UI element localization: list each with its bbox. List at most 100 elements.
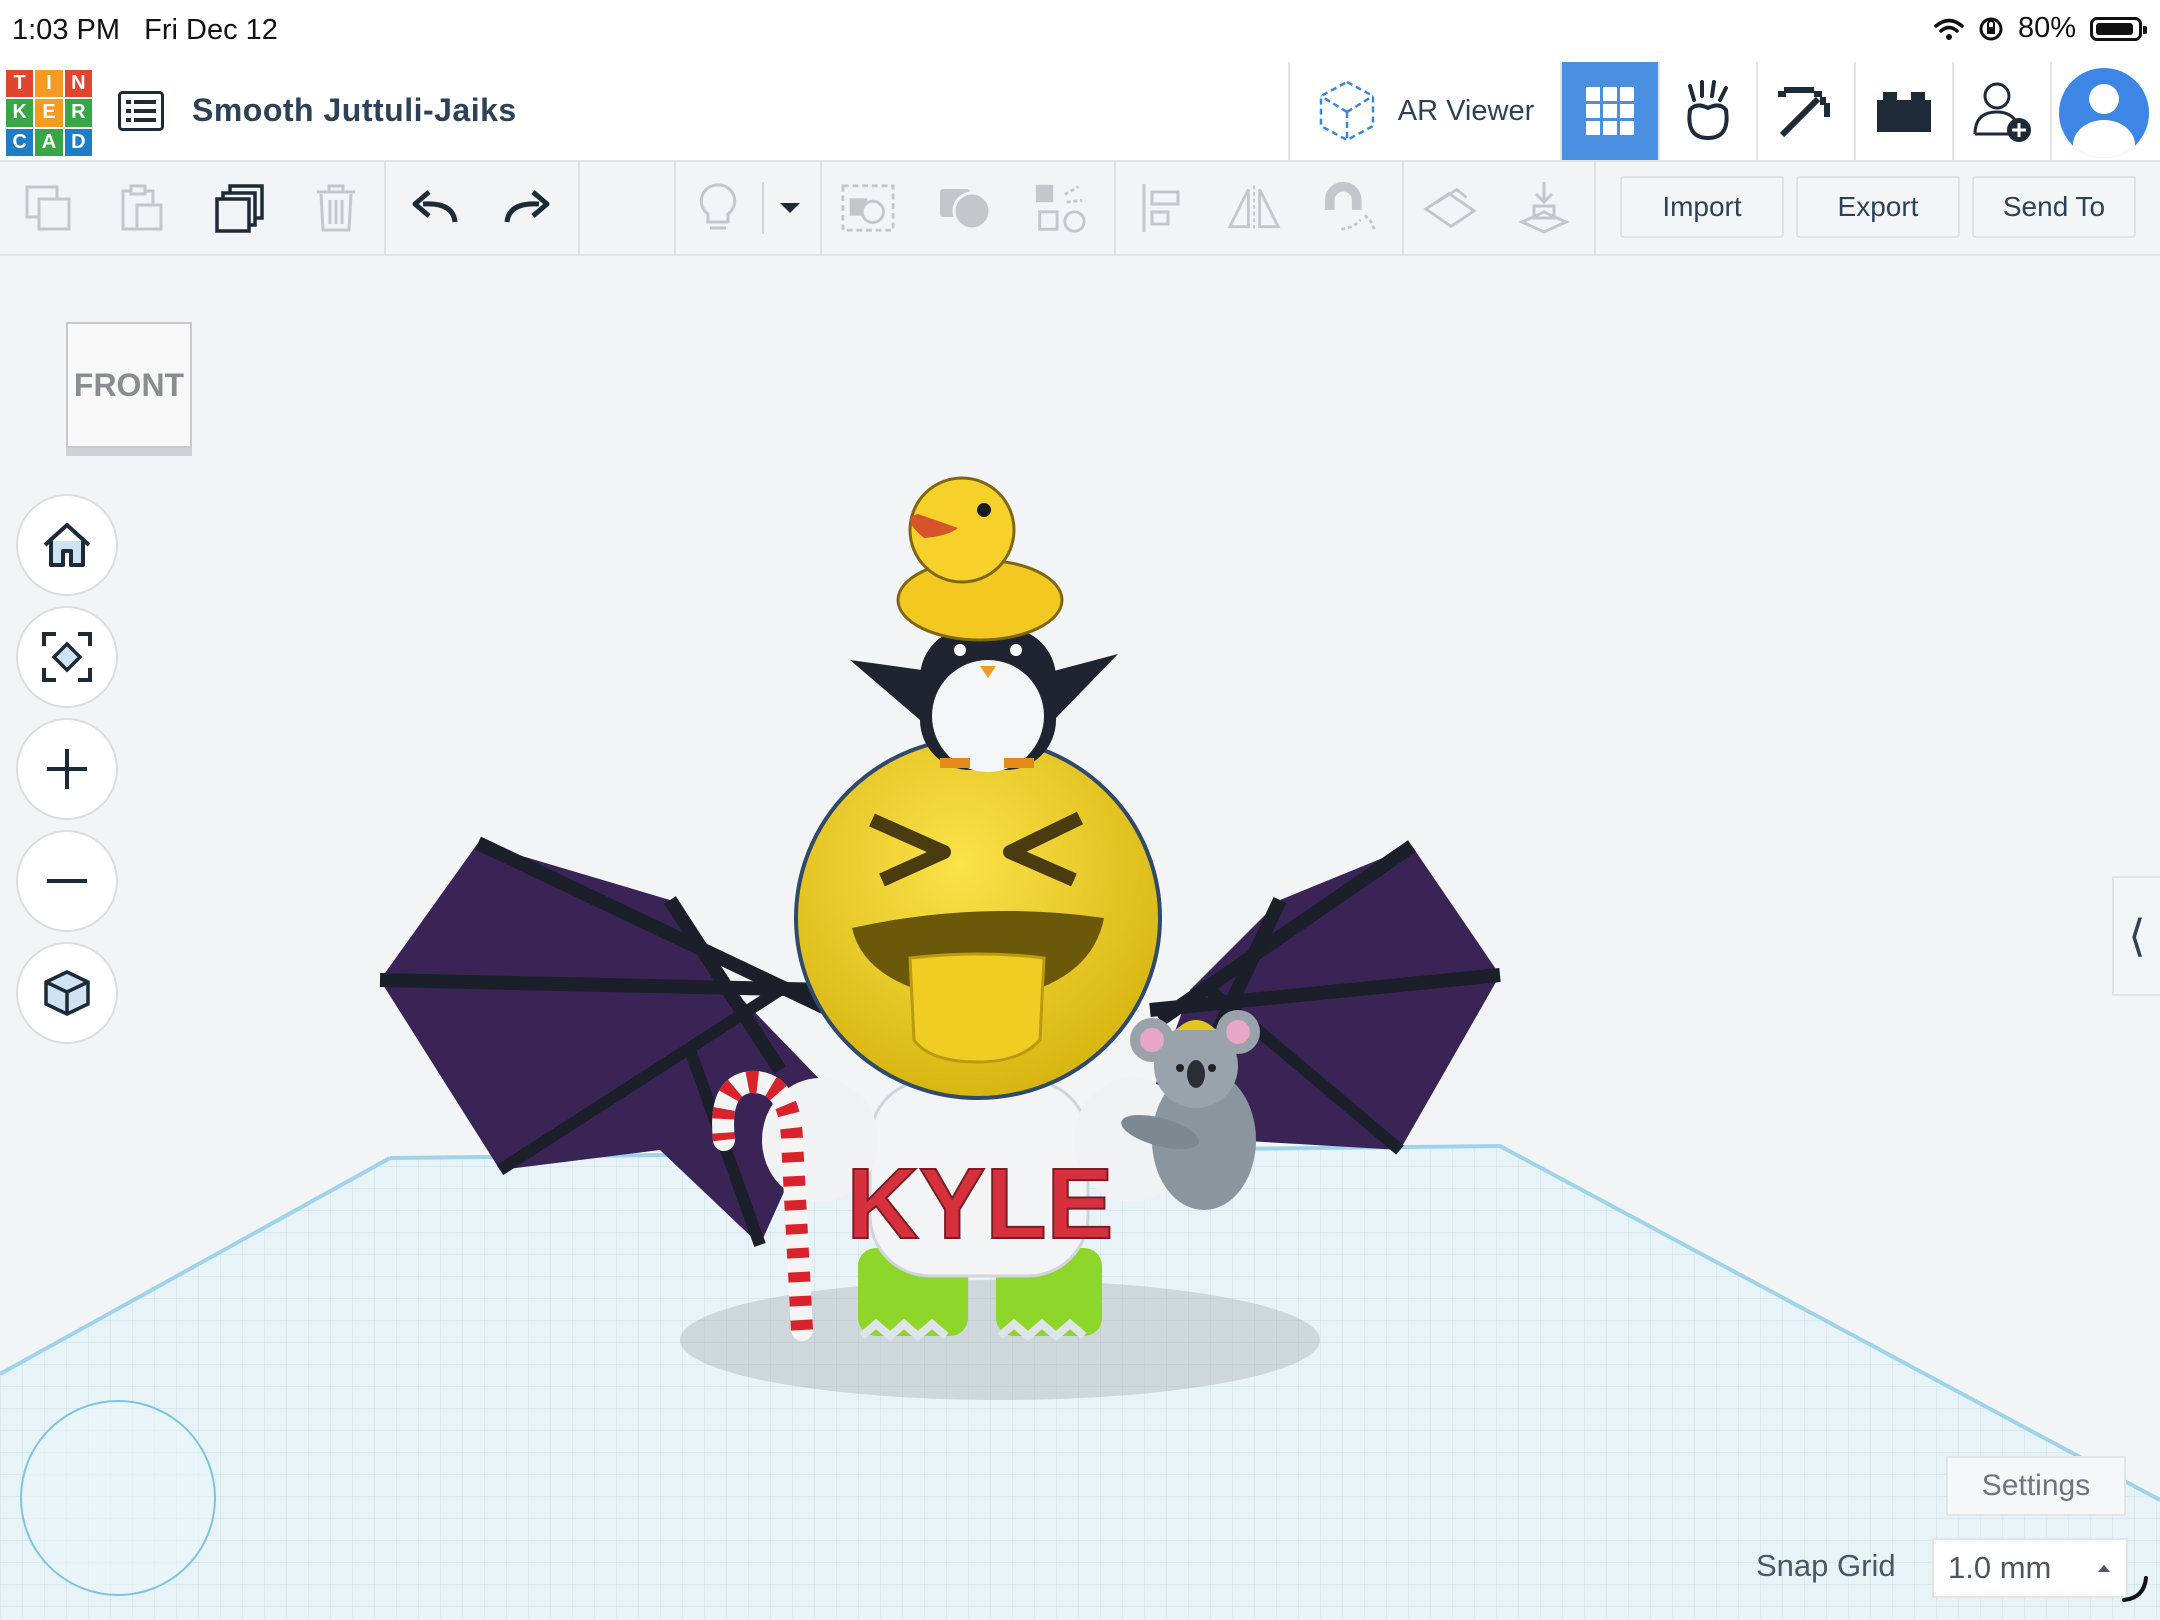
logo-letter: T: [6, 70, 34, 98]
pickaxe-icon: [1778, 87, 1830, 138]
mirror-icon: [1227, 185, 1281, 231]
logo-letter: D: [64, 128, 92, 156]
import-button[interactable]: Import: [1620, 176, 1784, 238]
rubber-duck: [896, 476, 1064, 642]
workplane-icon: [1423, 187, 1477, 229]
toolbar-divider: [1594, 162, 1596, 254]
ungroup-icon: [940, 189, 992, 231]
drop-to-plane-icon: [1518, 182, 1570, 234]
tinkercad-logo[interactable]: T I N K E R C A D: [6, 70, 92, 156]
copy-button[interactable]: [20, 180, 76, 236]
snap-grid-value: 1.0 mm: [1948, 1550, 2052, 1585]
avatar: [2059, 68, 2149, 158]
home-view-button[interactable]: [18, 496, 116, 594]
trash-icon: [317, 184, 355, 232]
shapes-scatter-icon: [1035, 184, 1086, 233]
align-left-icon: [1142, 184, 1180, 232]
snap-grid-label: Snap Grid: [1756, 1548, 1896, 1583]
group-icon: [841, 184, 895, 232]
ungroup-button[interactable]: [938, 180, 994, 236]
redo-icon: [504, 190, 550, 223]
status-bar: 1:03 PM Fri Dec 12 80%: [0, 0, 2160, 62]
design-menu-button[interactable]: [114, 84, 168, 138]
battery-icon: [2090, 16, 2147, 41]
logo-letter: N: [64, 70, 92, 98]
fit-to-view-icon: [42, 632, 92, 682]
invite-user-button[interactable]: [1952, 62, 2050, 160]
header-actions: AR Viewer: [1288, 62, 2152, 160]
add-user-icon: [1973, 82, 2031, 142]
list-icon: [118, 91, 164, 131]
redo-button[interactable]: [500, 180, 556, 236]
toolbar-divider: [384, 162, 386, 254]
plus-icon: [47, 749, 87, 789]
ar-cube-icon: [1319, 80, 1375, 142]
ar-viewer-button[interactable]: AR Viewer: [1288, 62, 1560, 160]
zoom-in-button[interactable]: [18, 720, 116, 818]
fit-view-button[interactable]: [18, 608, 116, 706]
magnet-icon: [1324, 181, 1376, 231]
view-cube[interactable]: FRONT: [66, 322, 192, 448]
edit-toolbar: Import Export Send To: [0, 162, 2160, 256]
orientation-lock-icon: [1979, 17, 2003, 40]
sim-lab-button[interactable]: [1658, 62, 1756, 160]
caret-down-icon: [780, 203, 800, 213]
snap-grid-select[interactable]: 1.0 mm: [1932, 1538, 2128, 1598]
toolbar-divider: [674, 162, 676, 254]
user-avatar-button[interactable]: [2050, 62, 2152, 160]
penguin-figure: [850, 628, 1118, 772]
zoom-out-button[interactable]: [18, 832, 116, 930]
delete-button[interactable]: [308, 180, 364, 236]
minus-icon: [47, 879, 87, 883]
minecraft-button[interactable]: [1756, 62, 1854, 160]
orbit-joystick[interactable]: [20, 1400, 216, 1596]
paste-icon: [121, 184, 163, 231]
yellow-face-head: [794, 736, 1162, 1100]
shapes-panel-toggle[interactable]: ⟨: [2112, 876, 2160, 996]
status-right: 80%: [1934, 12, 2147, 45]
grid-3d-icon: [1586, 87, 1634, 135]
logo-letter: I: [35, 70, 63, 98]
bricks-button[interactable]: [1854, 62, 1952, 160]
ortho-view-button[interactable]: [18, 944, 116, 1042]
ruler-button[interactable]: [1516, 180, 1572, 236]
toolbar-divider: [1402, 162, 1404, 254]
light-toggle-button[interactable]: [690, 180, 746, 236]
toolbar-divider: [1114, 162, 1116, 254]
workplane-canvas[interactable]: KYLE: [0, 256, 2160, 1620]
undo-button[interactable]: [406, 180, 462, 236]
align-button[interactable]: [1032, 180, 1088, 236]
workplane-button[interactable]: [1422, 180, 1478, 236]
copy-icon: [25, 185, 71, 231]
send-to-button[interactable]: Send To: [1972, 176, 2136, 238]
resize-handle-icon: [2122, 1576, 2148, 1602]
align-objects-button[interactable]: [1134, 180, 1190, 236]
logo-letter: K: [6, 99, 34, 127]
apple-hand-icon: [1687, 80, 1729, 141]
wifi-icon: [1934, 18, 1964, 40]
lightbulb-icon: [699, 183, 737, 230]
light-dropdown-button[interactable]: [762, 180, 818, 236]
logo-letter: C: [6, 128, 34, 156]
app-header: T I N K E R C A D Smooth Juttuli-Jaiks A…: [0, 62, 2160, 162]
duplicate-icon: [215, 184, 264, 233]
caret-up-icon: [2098, 1565, 2110, 1572]
cruise-button[interactable]: [1322, 180, 1378, 236]
ar-viewer-label: AR Viewer: [1397, 94, 1535, 127]
status-time: 1:03 PM Fri Dec 12: [12, 14, 278, 46]
duplicate-button[interactable]: [212, 180, 268, 236]
group-button[interactable]: [840, 180, 896, 236]
brick-icon: [1877, 92, 1931, 132]
undo-icon: [412, 190, 458, 223]
3d-design-view-button[interactable]: [1560, 62, 1658, 160]
shirt-text: KYLE: [847, 1148, 1114, 1260]
toolbar-divider: [578, 162, 580, 254]
mirror-button[interactable]: [1226, 180, 1282, 236]
export-button[interactable]: Export: [1796, 176, 1960, 238]
design-title[interactable]: Smooth Juttuli-Jaiks: [192, 92, 517, 129]
view-cube-face-label: FRONT: [73, 366, 185, 403]
paste-button[interactable]: [114, 180, 170, 236]
settings-button[interactable]: Settings: [1946, 1456, 2126, 1516]
cube-perspective-icon: [44, 970, 90, 1016]
logo-letter: E: [35, 99, 63, 127]
